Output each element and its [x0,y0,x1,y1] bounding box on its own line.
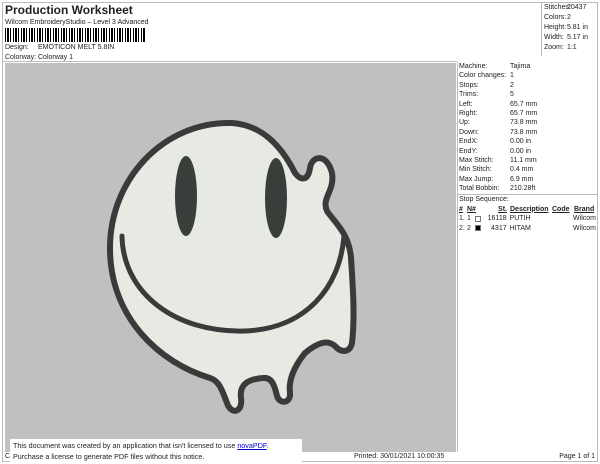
page-title: Production Worksheet [5,3,133,17]
info-row: Min Stitch: 0.4 mm [459,166,534,174]
smiley-melt-design [106,119,357,414]
stop-sequence: Stop Sequence: # N# St. Description Code Bran… [458,194,598,233]
info-row: EndX: 0.00 in [459,138,532,146]
novapdf-link[interactable]: novaPDF [237,441,266,450]
notice-text: This document was created by an applicat… [13,441,238,450]
colorway-row: Colorway: Colorway 1 [5,54,73,61]
info-row: Machine: Tajima [459,63,531,70]
divider [2,61,457,62]
stat-width: Width: 5.17 in [544,34,588,41]
printed-date: Printed: 30/01/2021 10:00:35 [354,453,445,460]
info-row: Max Jump: 6.9 mm [459,175,534,183]
smiley-face [106,119,357,414]
colorway-name: Colorway 1 [38,54,74,61]
design-preview [5,63,456,452]
color-swatch [474,215,481,222]
page-number: Page 1 of 1 [559,453,595,460]
info-row: Color changes: 1 [459,72,514,80]
software-name: Wilcom EmbroideryStudio – Level 3 Advanc… [5,19,149,26]
stop-sequence-label: Stop Sequence: [459,196,509,204]
info-row: Right: 65.7 mm [459,109,538,117]
license-notice: This document was created by an applicat… [10,439,302,463]
machine-info: Machine: Tajima Color changes: 1 Stops: 2 Trim… [458,62,598,193]
info-row: Total Bobbin: 210.28ft [459,185,536,193]
design-row: Design: EMOTICON MELT 5.8IN [5,44,114,51]
design-label: Design: [5,44,29,51]
stat-stitches: Stitches: 20437 [544,4,587,11]
stat-zoom: Zoom: 1:1 [544,44,577,51]
info-row: Left: 65.7 mm [459,100,538,108]
design-name: EMOTICON MELT 5.8IN [38,44,115,51]
info-row: Trims: 5 [459,91,514,99]
stop-sequence-header: # N# St. Description Code Brand [459,205,595,213]
info-row: Stops: 2 [459,81,514,89]
stat-colors: Colors: 2 [544,14,571,21]
colorway-label: Colorway: [5,54,37,61]
info-row: Up: 73.8 mm [459,119,538,127]
right-eye [265,158,287,238]
barcode [5,28,145,42]
color-swatch [474,225,481,232]
details-panel: Machine: Tajima Color changes: 1 Stops: 2 Trim… [457,62,598,452]
left-eye [175,156,197,236]
notice-text-2: Purchase a license to generate PDF files… [13,452,205,461]
stop-row: 2. 2 4317 HITAM Wilcom [459,224,596,232]
stat-height: Height: 5.81 in [544,24,588,31]
stats-box: Stitches: 20437 Colors: 2 Height: 5.81 i… [541,3,598,56]
info-row: Max Stitch: 11.1 mm [459,156,537,164]
info-row: EndY: 0.00 in [459,147,532,155]
info-row: Down: 73.8 mm [459,128,538,136]
stop-row: 1. 1 16118 PUTIH Wilcom [459,215,596,223]
